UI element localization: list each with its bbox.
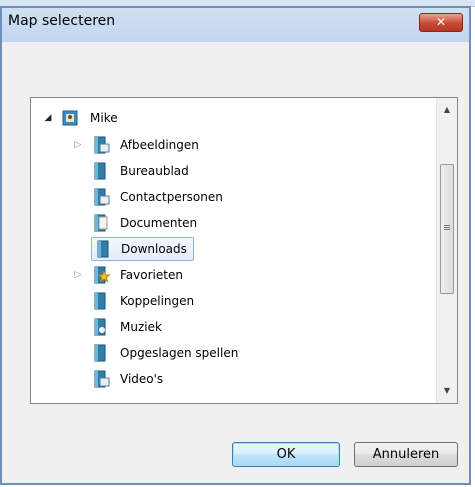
expander-placeholder [73, 166, 83, 176]
expander-placeholder [73, 322, 83, 332]
expander-placeholder [73, 348, 83, 358]
contacts-folder-icon [94, 188, 110, 206]
scroll-down-arrow-icon[interactable]: ▼ [437, 381, 457, 401]
tree-root-label: Mike [90, 111, 118, 125]
tree-item-label: Bureaublad [120, 164, 189, 178]
tree-item[interactable]: Opgeslagen spellen [73, 340, 241, 366]
tree-item-content[interactable]: Bureaublad [91, 161, 192, 181]
vertical-scrollbar[interactable]: ▲ ▼ [436, 98, 457, 403]
user-folder-icon [62, 110, 78, 126]
tree-item[interactable]: Video's [73, 366, 166, 392]
tree-item-content[interactable]: Afbeeldingen [91, 135, 202, 155]
expander-placeholder [73, 374, 83, 384]
music-folder-icon [94, 318, 106, 336]
tree-item[interactable]: Muziek [73, 314, 165, 340]
tree-item[interactable]: Koppelingen [73, 288, 197, 314]
tree-item[interactable]: Downloads [73, 236, 194, 262]
selected-highlight[interactable]: Downloads [91, 237, 194, 261]
tree-item-label: Koppelingen [120, 294, 195, 308]
tree-item-content[interactable]: Favorieten [91, 265, 186, 285]
downloads-folder-icon [97, 240, 109, 258]
collapse-arrow-icon[interactable]: ◢ [43, 113, 53, 123]
links-folder-icon [94, 292, 106, 310]
tree-item[interactable]: ▷ Favorieten [73, 262, 186, 288]
tree-item-label: Contactpersonen [120, 190, 223, 204]
documents-folder-icon [94, 214, 108, 232]
tree-item-content[interactable]: Documenten [91, 213, 200, 233]
tree-item[interactable]: Bureaublad [73, 158, 192, 184]
tree-item-content[interactable]: Video's [91, 369, 166, 389]
tree-item-content[interactable]: Muziek [91, 317, 165, 337]
cancel-button[interactable]: Annuleren [354, 442, 458, 467]
close-button[interactable]: ✕ [419, 13, 463, 32]
favorites-folder-icon [94, 266, 111, 284]
tree-item-label: Favorieten [120, 268, 183, 282]
tree-item-label: Downloads [121, 242, 187, 256]
expander-placeholder [73, 244, 83, 254]
tree-item[interactable]: ▷ Afbeeldingen [73, 132, 202, 158]
tree-item-label: Muziek [120, 320, 162, 334]
expander-placeholder [73, 192, 83, 202]
dialog-title: Map selecteren [8, 13, 116, 29]
tree-item-content[interactable]: Opgeslagen spellen [91, 343, 241, 363]
tree-item-label: Afbeeldingen [120, 138, 199, 152]
tree-item-content[interactable]: Koppelingen [91, 291, 197, 311]
videos-folder-icon [94, 370, 110, 388]
tree-item-label: Opgeslagen spellen [120, 346, 239, 360]
scrollbar-thumb[interactable] [440, 164, 454, 294]
tree-item[interactable]: Documenten [73, 210, 200, 236]
scroll-up-arrow-icon[interactable]: ▲ [437, 100, 457, 120]
ok-button[interactable]: OK [232, 442, 340, 467]
expand-arrow-icon[interactable]: ▷ [73, 270, 83, 280]
folder-tree[interactable]: ◢ Mike ▷ Afbeeldingen Bureaublad Contactper… [30, 97, 458, 404]
expander-placeholder [73, 218, 83, 228]
pictures-folder-icon [94, 136, 110, 154]
expander-placeholder [73, 296, 83, 306]
tree-item-label: Documenten [120, 216, 198, 230]
expand-arrow-icon[interactable]: ▷ [73, 140, 83, 150]
tree-item-label: Video's [120, 372, 164, 386]
saved-games-folder-icon [94, 344, 106, 362]
tree-item[interactable]: Contactpersonen [73, 184, 226, 210]
tree-root[interactable]: ◢ Mike [43, 105, 121, 131]
tree-item-content[interactable]: Contactpersonen [91, 187, 226, 207]
desktop-folder-icon [94, 162, 106, 180]
